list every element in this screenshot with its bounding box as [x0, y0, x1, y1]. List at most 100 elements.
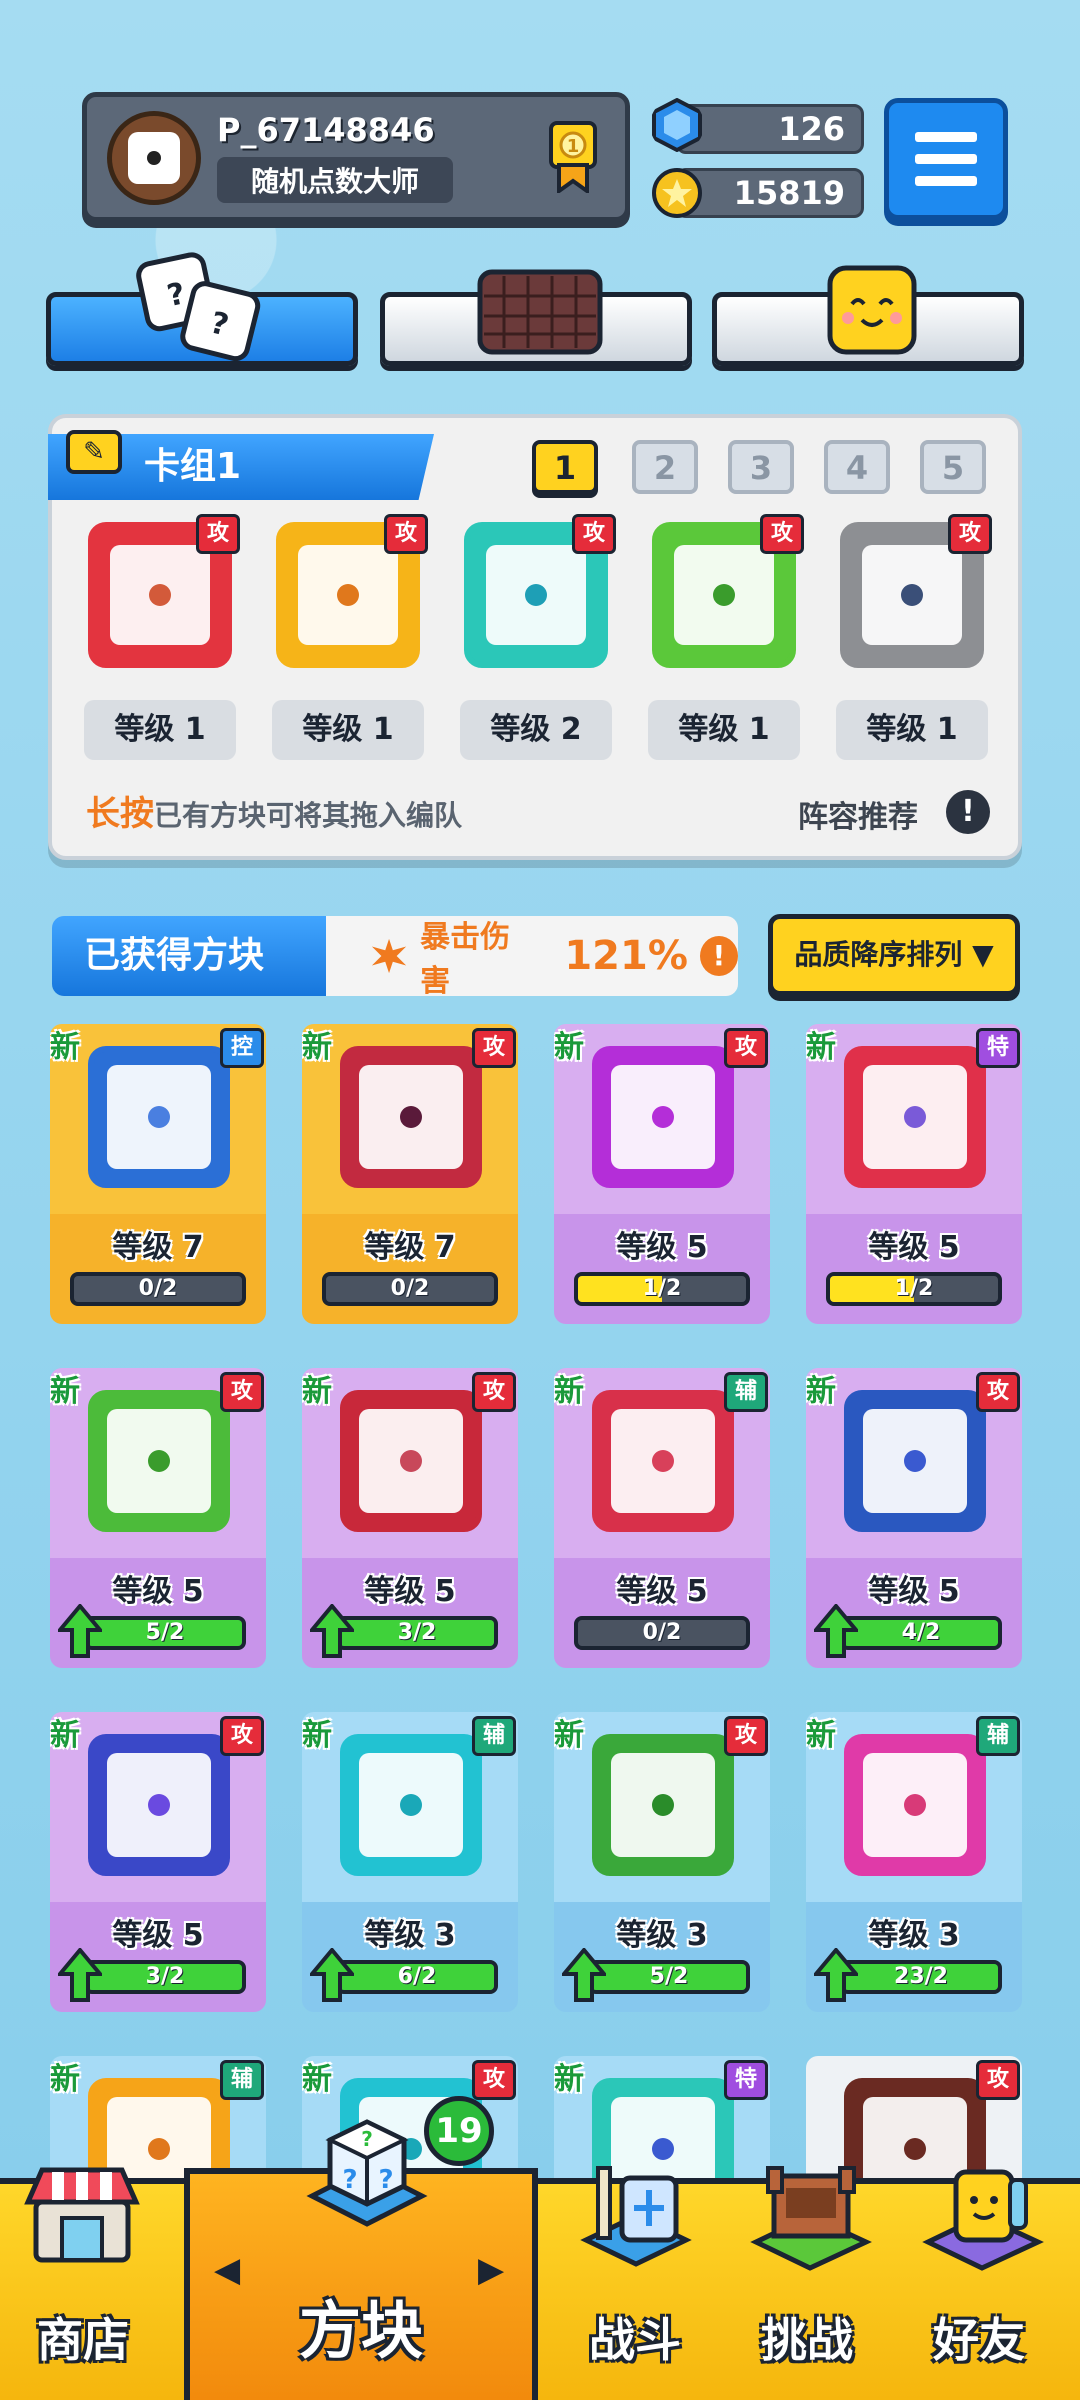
nav-shop-label[interactable]: 商店	[8, 2304, 158, 2370]
block-level: 等级 5	[616, 1574, 708, 1609]
nav-prev-arrow[interactable]: ◀	[214, 2250, 240, 2290]
block-pip	[148, 1106, 170, 1128]
block-level: 等级 7	[112, 1230, 204, 1265]
new-tag: 新	[806, 1030, 836, 1065]
obtained-blocks-title: 已获得方块	[52, 916, 342, 996]
block-face	[862, 545, 962, 645]
svg-text:?: ?	[361, 2127, 373, 2151]
battle-icon[interactable]	[572, 2160, 702, 2272]
block-face	[863, 1753, 967, 1857]
new-tag: 新	[554, 2062, 584, 2097]
block-pip	[525, 584, 547, 606]
lineup-recommend-button[interactable]: 阵容推荐	[798, 792, 918, 836]
deck-card-level: 等级 1	[648, 700, 800, 760]
sort-dropdown[interactable]: 品质降序排列 ▼	[768, 914, 1020, 996]
rank-medal-icon[interactable]: 1	[547, 119, 599, 193]
deck-slot-4[interactable]: 4	[824, 440, 890, 494]
upgrade-arrow-icon[interactable]	[562, 1948, 606, 2002]
progress-text: 0/2	[138, 1276, 178, 1301]
block-face-frame	[592, 1734, 734, 1876]
deck-slot-1[interactable]: 1	[532, 440, 598, 494]
block-pip	[400, 1450, 422, 1472]
block-face	[107, 1753, 211, 1857]
block-card[interactable]: 新控等级 7 0/2	[50, 1024, 266, 1324]
upgrade-arrow-icon[interactable]	[310, 1948, 354, 2002]
progress-text: 1/2	[894, 1276, 934, 1301]
block-card-bottom: 等级 7 0/2	[302, 1214, 518, 1324]
player-name: P_67148846	[217, 111, 435, 149]
block-card[interactable]: 新辅等级 5 0/2	[554, 1368, 770, 1668]
attack-type-badge: 攻	[472, 1028, 516, 1068]
block-pip	[148, 1450, 170, 1472]
progress-text: 3/2	[145, 1964, 185, 1989]
block-face-frame	[340, 1390, 482, 1532]
upgrade-arrow-icon[interactable]	[58, 1948, 102, 2002]
block-card[interactable]: 新攻等级 5 5/2	[50, 1368, 266, 1668]
block-face	[611, 1409, 715, 1513]
attack-type-badge: 攻	[572, 514, 616, 554]
friends-icon[interactable]	[918, 2160, 1048, 2272]
upgrade-arrow-icon[interactable]	[310, 1604, 354, 1658]
attack-type-badge: 攻	[724, 1028, 768, 1068]
attack-type-badge: 攻	[948, 514, 992, 554]
hint-highlight: 长按	[86, 794, 154, 834]
mystery-block-icon[interactable]: ? ? ?	[292, 2100, 442, 2240]
block-pip	[652, 1106, 674, 1128]
nav-next-arrow[interactable]: ▶	[478, 2250, 504, 2290]
nav-challenge-label[interactable]: 挑战	[732, 2304, 882, 2370]
main-menu-button[interactable]	[884, 98, 1008, 220]
upgrade-arrow-icon[interactable]	[814, 1948, 858, 2002]
upgrade-progress-bar: 0/2	[70, 1272, 246, 1306]
block-level: 等级 7	[364, 1230, 456, 1265]
upgrade-arrow-icon[interactable]	[58, 1604, 102, 1658]
recommend-info-icon[interactable]: !	[946, 790, 990, 834]
deck-card-level: 等级 1	[84, 700, 236, 760]
block-card-top: 新辅	[806, 1712, 1022, 1902]
deck-slot-2[interactable]: 2	[632, 440, 698, 494]
upgrade-arrow-icon[interactable]	[814, 1604, 858, 1658]
shop-icon[interactable]	[22, 2158, 142, 2268]
player-profile-panel[interactable]: P_67148846 随机点数大师 1	[82, 92, 630, 222]
block-card-bottom: 等级 5 4/2	[806, 1558, 1022, 1668]
block-card[interactable]: 新辅等级 3 23/2	[806, 1712, 1022, 2012]
block-card[interactable]: 新特等级 5 1/2	[806, 1024, 1022, 1324]
block-pip	[904, 2138, 926, 2160]
upgrade-progress-bar: 1/2	[826, 1272, 1002, 1306]
progress-text: 3/2	[397, 1620, 437, 1645]
block-card-top: 新攻	[554, 1712, 770, 1902]
new-tag: 新	[50, 1030, 80, 1065]
block-card[interactable]: 新攻等级 5 4/2	[806, 1368, 1022, 1668]
deck-slot-5[interactable]: 5	[920, 440, 986, 494]
block-card[interactable]: 新攻等级 5 3/2	[302, 1368, 518, 1668]
crit-info-icon[interactable]: !	[699, 936, 738, 976]
crit-damage-box[interactable]: 暴击伤害 121% !	[326, 916, 738, 999]
nav-blocks-label[interactable]: 方块	[276, 2280, 446, 2370]
burst-icon	[371, 938, 407, 974]
gems-counter[interactable]: 126	[676, 104, 864, 154]
nav-friends-label[interactable]: 好友	[904, 2304, 1054, 2370]
block-card[interactable]: 新辅等级 3 6/2	[302, 1712, 518, 2012]
block-card-top: 新特	[806, 1024, 1022, 1214]
block-card-bottom: 等级 5 0/2	[554, 1558, 770, 1668]
attack-type-badge: 攻	[760, 514, 804, 554]
attack-type-badge: 攻	[976, 2060, 1020, 2100]
edit-deck-pencil-icon[interactable]: ✎	[66, 430, 122, 474]
challenge-icon[interactable]	[746, 2160, 876, 2272]
block-level: 等级 5	[616, 1230, 708, 1265]
new-tag: 新	[50, 1374, 80, 1409]
block-card[interactable]: 新攻等级 5 3/2	[50, 1712, 266, 2012]
block-card-top: 新攻	[806, 1368, 1022, 1558]
coins-counter[interactable]: 15819	[676, 168, 864, 218]
block-card[interactable]: 新攻等级 5 1/2	[554, 1024, 770, 1324]
special-type-badge: 特	[976, 1028, 1020, 1068]
block-card[interactable]: 新攻等级 3 5/2	[554, 1712, 770, 2012]
block-face-frame	[88, 1734, 230, 1876]
support-type-badge: 辅	[724, 1372, 768, 1412]
coin-icon	[652, 168, 702, 218]
player-avatar[interactable]	[107, 111, 201, 205]
new-tag: 新	[302, 1718, 332, 1753]
deck-slot-3[interactable]: 3	[728, 440, 794, 494]
board-grid-icon	[477, 269, 603, 355]
nav-battle-label[interactable]: 战斗	[560, 2304, 710, 2370]
block-card[interactable]: 新攻等级 7 0/2	[302, 1024, 518, 1324]
